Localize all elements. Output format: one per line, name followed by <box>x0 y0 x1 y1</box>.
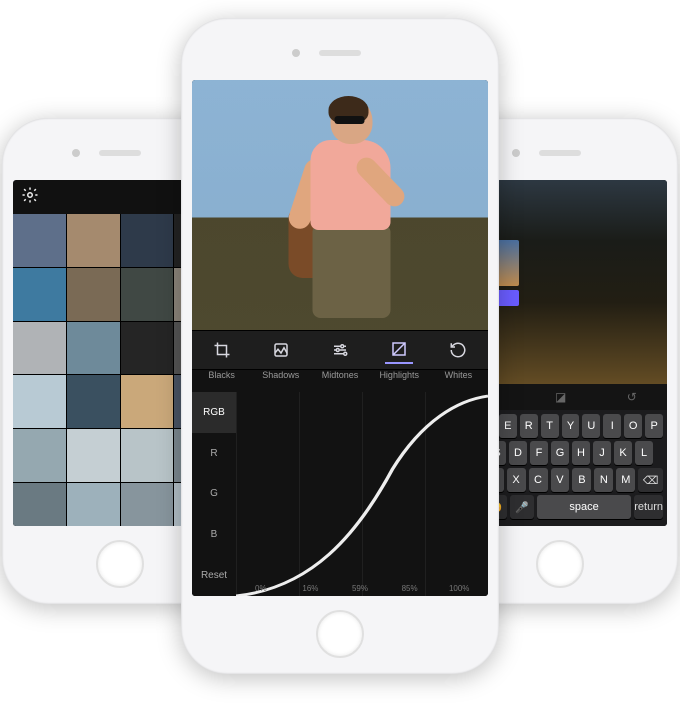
photo-thumb[interactable] <box>13 429 66 482</box>
history-tool[interactable] <box>444 336 472 364</box>
curve-axis-values: 0% 16% 59% 85% 100% <box>236 584 484 593</box>
key-🎤[interactable]: 🎤 <box>510 495 534 519</box>
key-m[interactable]: M <box>616 468 635 492</box>
channel-reset[interactable]: Reset <box>192 555 236 596</box>
key-i[interactable]: I <box>603 414 621 438</box>
key-space[interactable]: space <box>537 495 631 519</box>
key-return[interactable]: return <box>634 495 663 519</box>
range-blacks[interactable]: Blacks <box>192 370 251 392</box>
front-camera <box>512 149 520 157</box>
photo-thumb[interactable] <box>13 375 66 428</box>
speaker <box>539 150 581 156</box>
photo-thumb[interactable] <box>121 322 174 375</box>
photo-thumb[interactable] <box>121 375 174 428</box>
key-x[interactable]: X <box>507 468 526 492</box>
adjust-tool[interactable] <box>326 336 354 364</box>
speaker <box>99 150 141 156</box>
photo-thumb[interactable] <box>121 483 174 526</box>
key-b[interactable]: B <box>572 468 591 492</box>
curve-graph[interactable] <box>236 392 488 596</box>
editor-screen: Blacks Shadows Midtones Highlights White… <box>192 80 488 596</box>
key-l[interactable]: L <box>635 441 653 465</box>
tone-range-labels: Blacks Shadows Midtones Highlights White… <box>192 370 488 392</box>
tool-row <box>192 330 488 370</box>
range-shadows[interactable]: Shadows <box>251 370 310 392</box>
photo-thumb[interactable] <box>13 483 66 526</box>
key-j[interactable]: J <box>593 441 611 465</box>
channel-selector: RGB R G B Reset <box>192 392 236 596</box>
range-whites[interactable]: Whites <box>429 370 488 392</box>
edited-photo[interactable] <box>192 80 488 330</box>
key-y[interactable]: Y <box>562 414 580 438</box>
photo-thumb[interactable] <box>67 322 120 375</box>
key-⌫[interactable]: ⌫ <box>638 468 663 492</box>
history-icon[interactable]: ↺ <box>627 390 637 404</box>
photo-thumb[interactable] <box>121 214 174 267</box>
key-v[interactable]: V <box>551 468 570 492</box>
key-d[interactable]: D <box>509 441 527 465</box>
channel-b[interactable]: B <box>192 514 236 555</box>
key-h[interactable]: H <box>572 441 590 465</box>
key-n[interactable]: N <box>594 468 613 492</box>
key-o[interactable]: O <box>624 414 642 438</box>
key-u[interactable]: U <box>582 414 600 438</box>
range-highlights[interactable]: Highlights <box>370 370 429 392</box>
front-camera <box>72 149 80 157</box>
home-button[interactable] <box>316 610 364 658</box>
photo-thumb[interactable] <box>121 268 174 321</box>
key-p[interactable]: P <box>645 414 663 438</box>
photo-thumb[interactable] <box>121 429 174 482</box>
key-f[interactable]: F <box>530 441 548 465</box>
key-k[interactable]: K <box>614 441 632 465</box>
presets-tool[interactable] <box>267 336 295 364</box>
home-button[interactable] <box>96 540 144 588</box>
key-t[interactable]: T <box>541 414 559 438</box>
photo-thumb[interactable] <box>67 375 120 428</box>
key-c[interactable]: C <box>529 468 548 492</box>
key-r[interactable]: R <box>520 414 538 438</box>
settings-icon[interactable] <box>21 186 39 209</box>
photo-thumb[interactable] <box>67 429 120 482</box>
range-midtones[interactable]: Midtones <box>310 370 369 392</box>
front-camera <box>292 49 300 57</box>
phone-editor: Blacks Shadows Midtones Highlights White… <box>181 18 499 674</box>
speaker <box>319 50 361 56</box>
crop-tool[interactable] <box>208 336 236 364</box>
photo-thumb[interactable] <box>13 268 66 321</box>
key-e[interactable]: E <box>499 414 517 438</box>
channel-r[interactable]: R <box>192 433 236 474</box>
photo-thumb[interactable] <box>67 214 120 267</box>
channel-rgb[interactable]: RGB <box>192 392 236 433</box>
curves-tool[interactable] <box>385 336 413 364</box>
curves-icon[interactable]: ◪ <box>555 390 566 404</box>
photo-thumb[interactable] <box>67 268 120 321</box>
photo-thumb[interactable] <box>13 322 66 375</box>
channel-g[interactable]: G <box>192 474 236 515</box>
photo-subject <box>273 98 423 318</box>
photo-thumb[interactable] <box>67 483 120 526</box>
home-button[interactable] <box>536 540 584 588</box>
curves-panel: RGB R G B Reset 0% 16% 59% 85% 100% <box>192 392 488 596</box>
photo-thumb[interactable] <box>13 214 66 267</box>
key-g[interactable]: G <box>551 441 569 465</box>
